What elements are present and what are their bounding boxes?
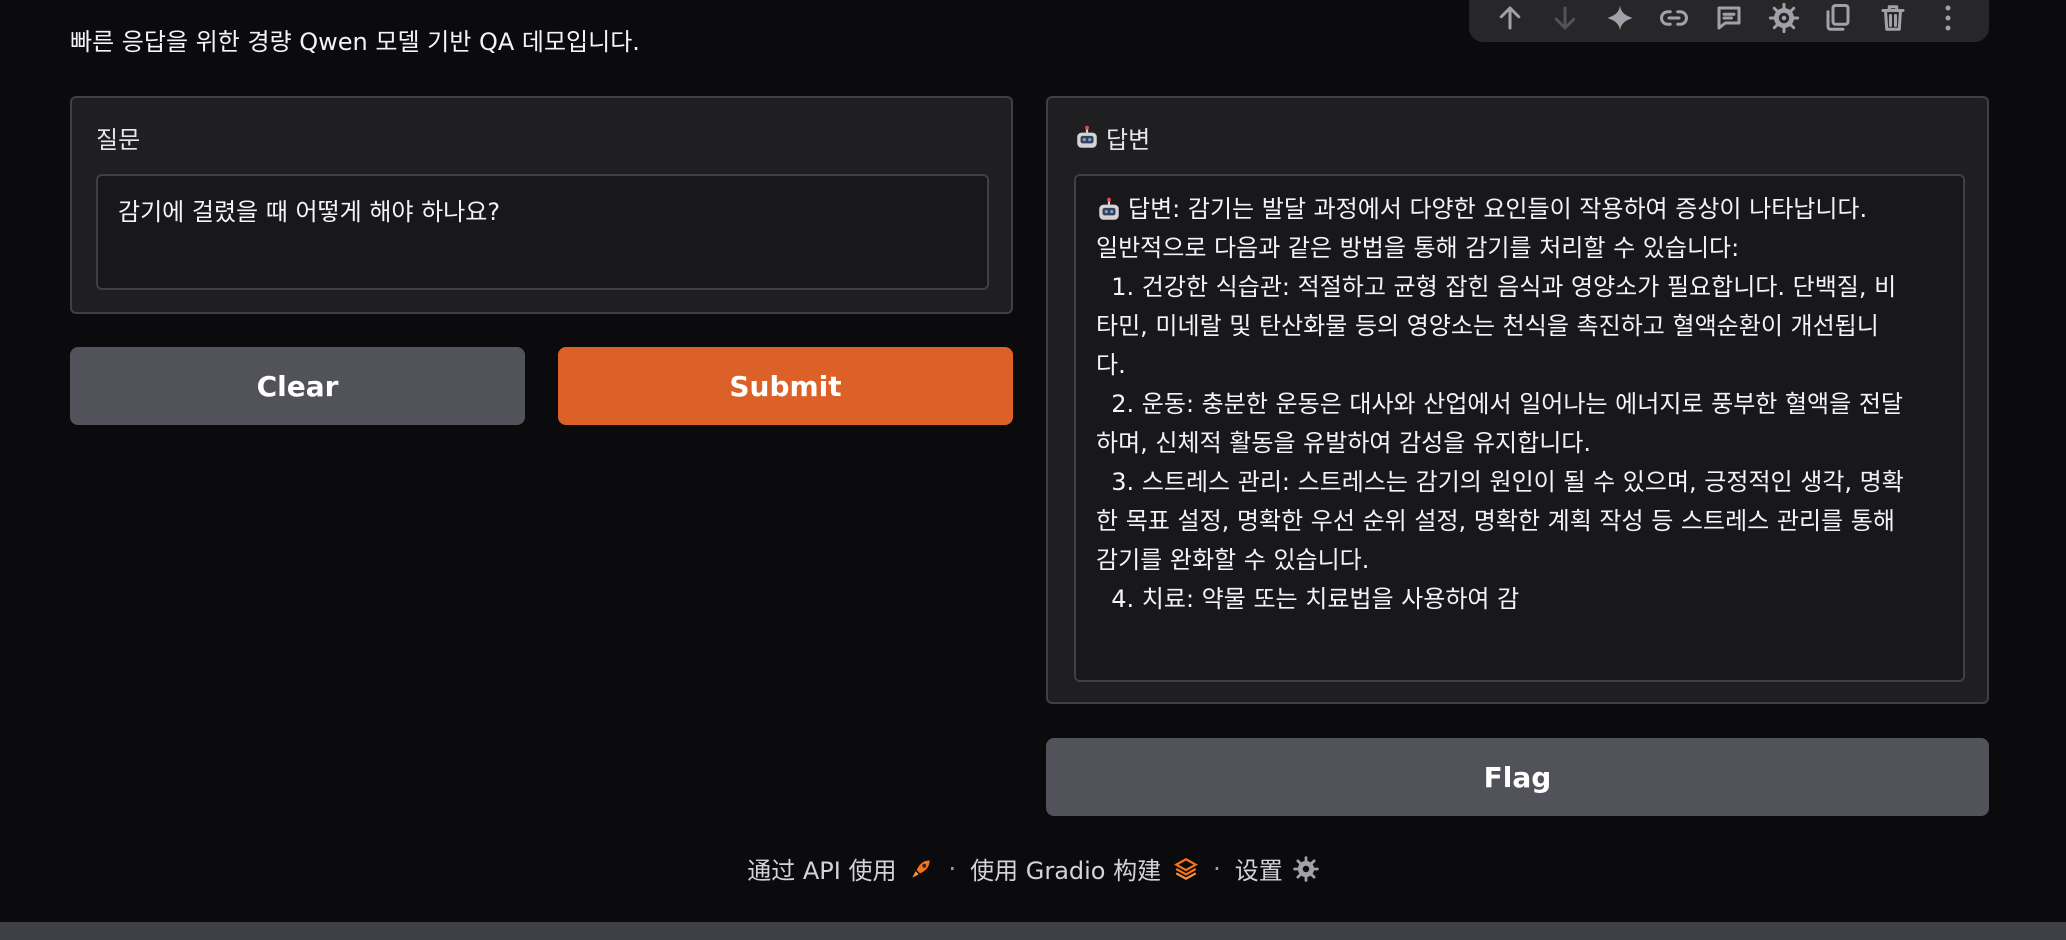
footer: 通过 API 使用 · 使用 Gradio 构建 · 设置 [0, 851, 2066, 886]
robot-icon [1077, 125, 1097, 148]
gradio-link-text: 使用 Gradio 构建 [970, 857, 1162, 885]
api-link-text: 通过 API 使用 [747, 857, 897, 885]
answer-line: 1. 건강한 식습관: 적절하고 균형 잡힌 음식과 영양소가 필요합니다. 단… [1096, 273, 1897, 301]
link-icon[interactable] [1654, 0, 1694, 36]
footer-separator: · [1213, 854, 1221, 883]
flag-button[interactable]: Flag [1046, 738, 1989, 816]
robot-icon [1099, 197, 1119, 220]
sparkle-icon[interactable] [1600, 0, 1640, 36]
top-toolbar [1469, 0, 1989, 42]
comment-icon[interactable] [1709, 0, 1749, 36]
answer-line: 다. [1096, 351, 1126, 379]
bottom-bar [0, 922, 2066, 940]
gear-icon [1292, 855, 1319, 882]
more-icon[interactable] [1928, 0, 1968, 36]
settings-link[interactable]: 设置 [1235, 851, 1319, 886]
answer-label-text: 답변 [1106, 126, 1151, 154]
settings-link-text: 设置 [1234, 857, 1283, 885]
answer-line: 한 목표 설정, 명확한 우선 순위 설정, 명확한 계획 작성 등 스트레스 … [1096, 507, 1895, 535]
answer-line-text: 답변: 감기는 발달 과정에서 다양한 요인들이 작용하여 증상이 나타납니다. [1128, 195, 1868, 223]
arrow-up-icon[interactable] [1490, 0, 1530, 36]
copy-icon[interactable] [1818, 0, 1858, 36]
arrow-down-icon[interactable] [1545, 0, 1585, 36]
gear-icon[interactable] [1764, 0, 1804, 36]
api-link[interactable]: 通过 API 使用 [747, 851, 934, 886]
answer-panel: 답변 답변: 감기는 발달 과정에서 다양한 요인들이 작용하여 증상이 나타납… [1046, 96, 1989, 704]
gradio-logo-icon [1174, 857, 1199, 880]
question-label: 질문 [96, 126, 141, 154]
answer-line: 답변: 감기는 발달 과정에서 다양한 요인들이 작용하여 증상이 나타납니다. [1096, 190, 1943, 229]
answer-line: 4. 치료: 약물 또는 치료법을 사용하여 감 [1096, 585, 1520, 613]
answer-line: 일반적으로 다음과 같은 방법을 통해 감기를 처리할 수 있습니다: [1096, 234, 1740, 262]
answer-line: 하며, 신체적 활동을 유발하여 감성을 유지합니다. [1096, 429, 1592, 457]
submit-button[interactable]: Submit [558, 347, 1013, 425]
answer-output[interactable]: 답변: 감기는 발달 과정에서 다양한 요인들이 작용하여 증상이 나타납니다.… [1074, 174, 1965, 682]
rocket-icon [912, 859, 931, 878]
answer-label: 답변 [1074, 120, 1150, 155]
answer-line: 감기를 완화할 수 있습니다. [1096, 546, 1370, 574]
page-subtitle: 빠른 응답을 위한 경량 Qwen 모델 기반 QA 데모입니다. [70, 28, 640, 56]
gradio-link[interactable]: 使用 Gradio 构建 [970, 851, 1199, 886]
answer-line: 타민, 미네랄 및 탄산화물 등의 영양소는 천식을 촉진하고 혈액순환이 개선… [1096, 312, 1879, 340]
answer-line: 2. 운동: 충분한 운동은 대사와 산업에서 일어나는 에너지로 풍부한 혈액… [1096, 390, 1904, 418]
question-input[interactable]: 감기에 걸렸을 때 어떻게 해야 하나요? [96, 174, 989, 290]
question-panel: 질문 감기에 걸렸을 때 어떻게 해야 하나요? [70, 96, 1013, 314]
footer-separator: · [948, 854, 957, 883]
trash-icon[interactable] [1873, 0, 1913, 36]
answer-line: 3. 스트레스 관리: 스트레스는 감기의 원인이 될 수 있으며, 긍정적인 … [1096, 468, 1904, 496]
clear-button[interactable]: Clear [70, 347, 525, 425]
